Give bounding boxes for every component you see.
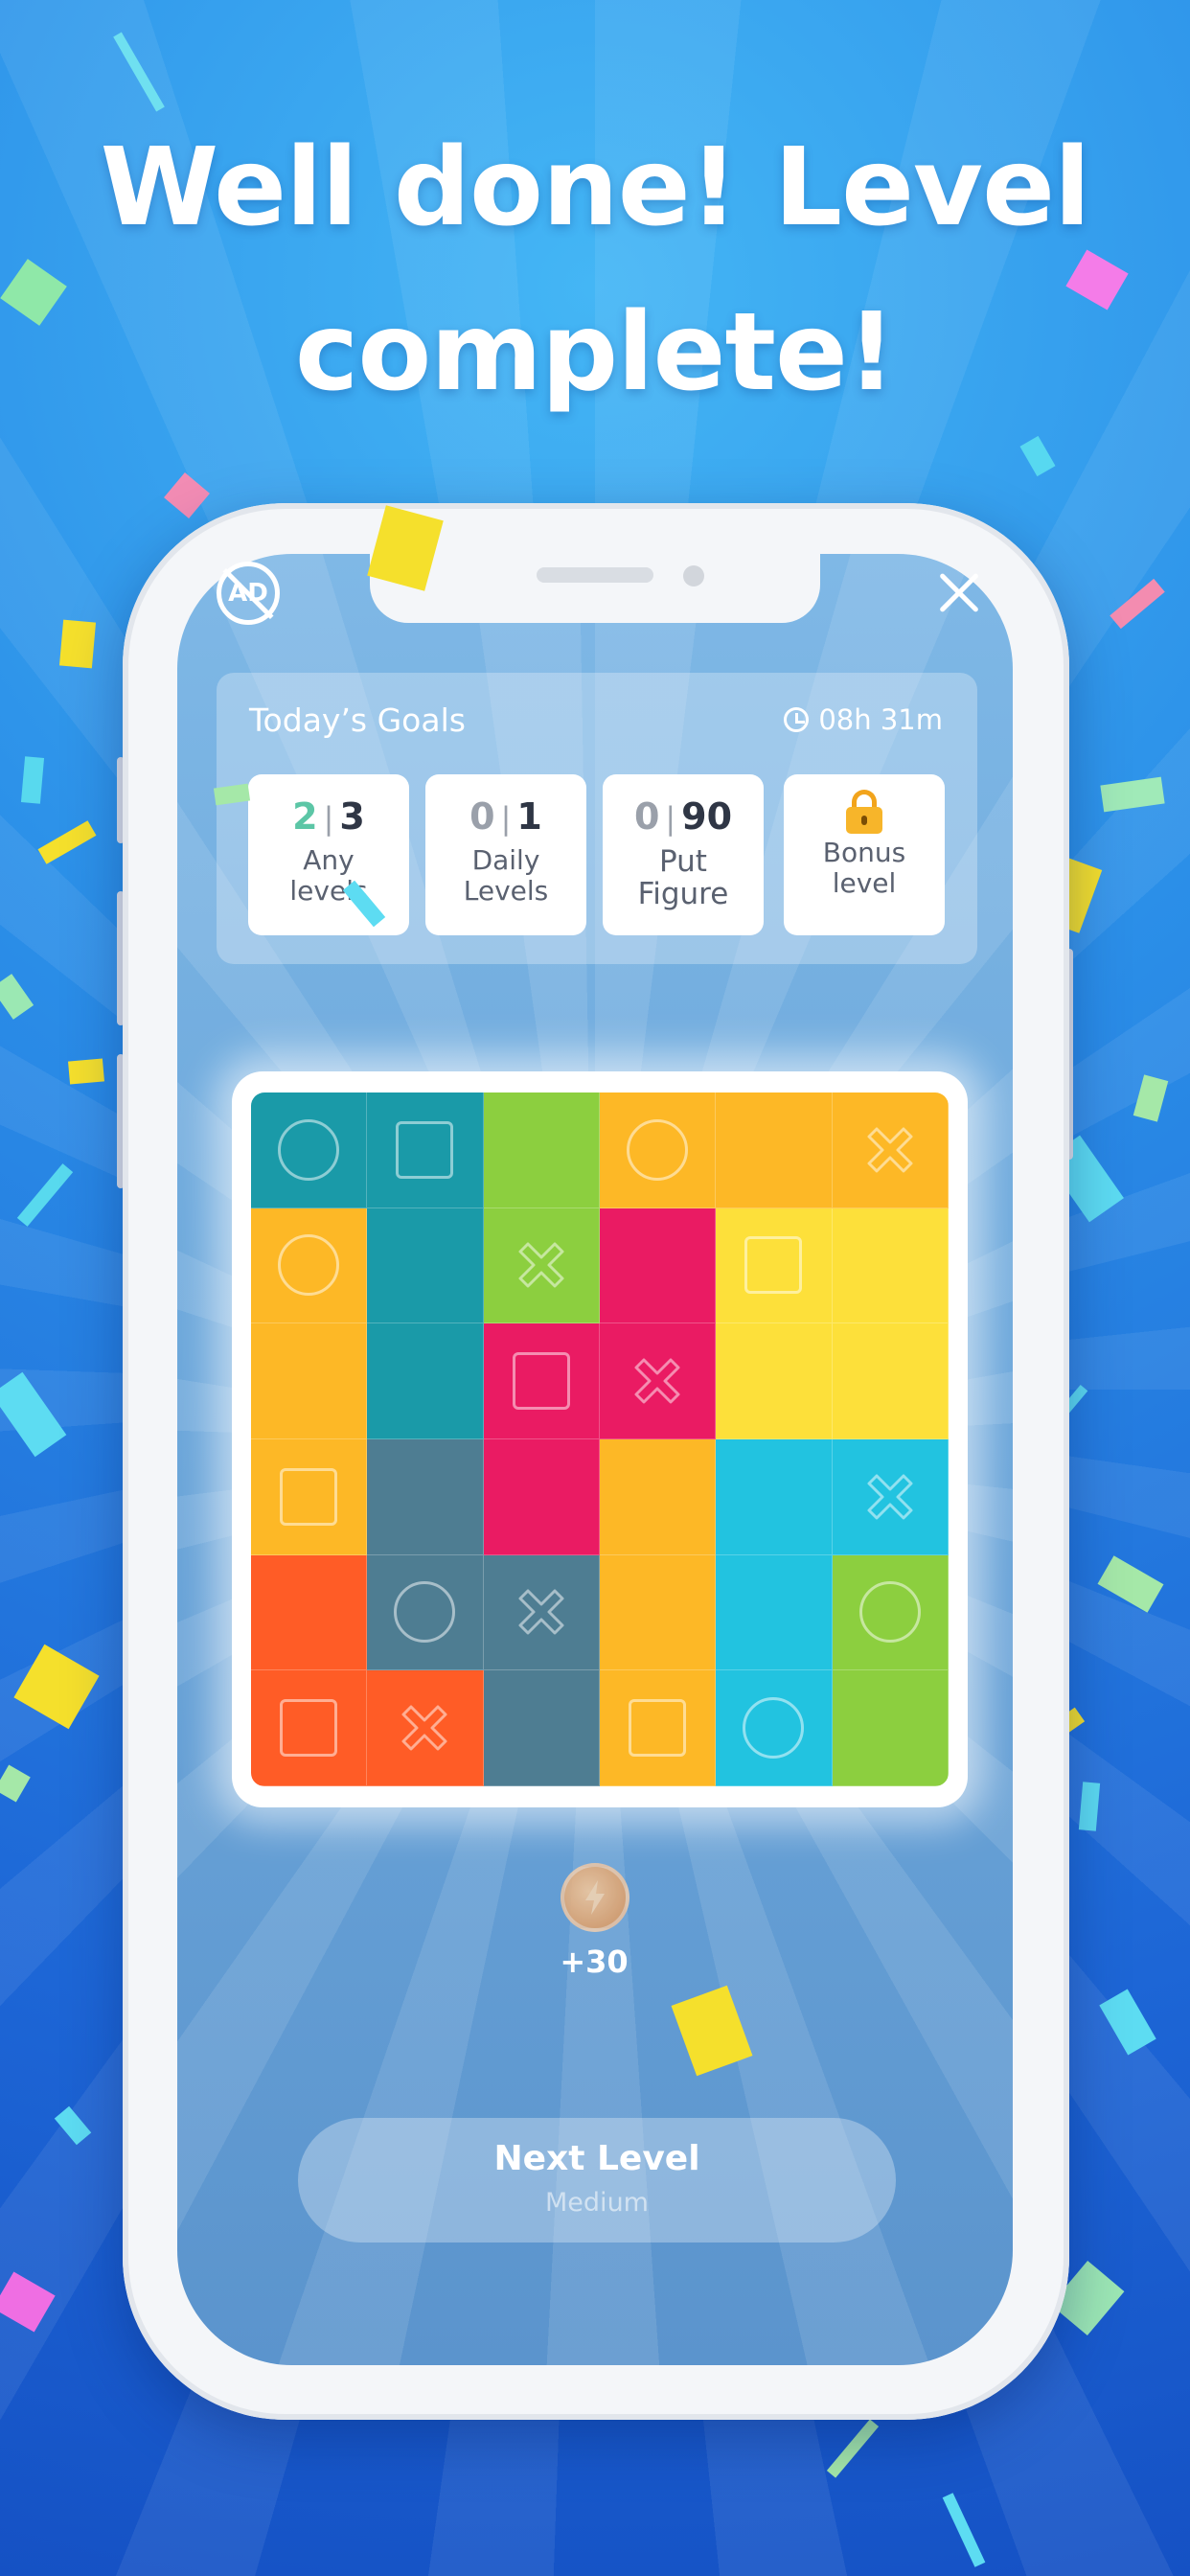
- board-cell[interactable]: [716, 1208, 833, 1324]
- goal-card-any-levels: 2 | 3 Any levels: [248, 774, 409, 935]
- lightning-coin-icon: [561, 1863, 629, 1932]
- board-cell[interactable]: [716, 1670, 833, 1786]
- phone-notch: [370, 554, 820, 623]
- close-button[interactable]: [935, 569, 983, 617]
- remove-ads-button[interactable]: AD: [217, 562, 280, 625]
- circle-icon: [858, 1581, 921, 1644]
- cross-icon: [518, 1242, 564, 1288]
- board-cell[interactable]: [251, 1323, 368, 1439]
- circle-icon: [278, 1118, 340, 1181]
- board-cell[interactable]: [251, 1208, 368, 1324]
- clock-icon: [784, 707, 810, 732]
- board-cell[interactable]: [483, 1208, 600, 1324]
- goal-card-bonus-level[interactable]: Bonus level: [784, 774, 945, 935]
- board-cell[interactable]: [251, 1670, 368, 1786]
- square-icon: [280, 1699, 338, 1758]
- board-cell[interactable]: [832, 1554, 949, 1671]
- cross-icon: [634, 1358, 680, 1404]
- square-icon: [629, 1699, 687, 1758]
- goal-label: Daily Levels: [463, 844, 549, 907]
- goals-timer: 08h 31m: [784, 703, 943, 736]
- board-cell[interactable]: [600, 1670, 717, 1786]
- confetti-piece: [58, 619, 97, 669]
- confetti-piece: [68, 1058, 104, 1085]
- todays-goals-panel: Today’s Goals 08h 31m 2 | 3 Any levels 0 | 1…: [217, 673, 977, 964]
- board-cell[interactable]: [832, 1208, 949, 1324]
- board-cell[interactable]: [716, 1092, 833, 1208]
- board-cell[interactable]: [716, 1323, 833, 1439]
- board-cell[interactable]: [483, 1092, 600, 1208]
- board-cell[interactable]: [251, 1439, 368, 1555]
- square-icon: [280, 1467, 338, 1526]
- goal-card-put-figure: 0 | 90 Put Figure: [603, 774, 764, 935]
- goal-progress: 0 | 1: [469, 795, 542, 838]
- remove-ads-icon: AD: [228, 579, 268, 608]
- board-cell[interactable]: [600, 1208, 717, 1324]
- timer-value: 08h 31m: [818, 703, 943, 736]
- goal-progress: 0 | 90: [633, 795, 733, 838]
- lock-icon: [846, 790, 882, 834]
- board-cell[interactable]: [832, 1670, 949, 1786]
- goal-progress: 2 | 3: [292, 795, 365, 838]
- square-icon: [512, 1352, 570, 1411]
- circle-icon: [394, 1581, 456, 1644]
- square-icon: [744, 1236, 803, 1295]
- board-cell[interactable]: [832, 1439, 949, 1555]
- board-cell[interactable]: [367, 1323, 484, 1439]
- board-cell[interactable]: [600, 1439, 717, 1555]
- square-icon: [396, 1120, 454, 1179]
- board-cell[interactable]: [600, 1554, 717, 1671]
- goal-card-daily-levels: 0 | 1 Daily Levels: [425, 774, 586, 935]
- board-cell[interactable]: [716, 1554, 833, 1671]
- circle-icon: [627, 1118, 689, 1181]
- cross-icon: [867, 1127, 913, 1173]
- phone-speaker: [537, 567, 653, 583]
- board-cell[interactable]: [716, 1439, 833, 1555]
- phone-camera: [683, 565, 704, 586]
- confetti-piece: [20, 756, 45, 804]
- cross-icon: [867, 1474, 913, 1520]
- board-cell[interactable]: [367, 1092, 484, 1208]
- board-cell[interactable]: [832, 1323, 949, 1439]
- board-cell[interactable]: [483, 1554, 600, 1671]
- board-cell[interactable]: [251, 1092, 368, 1208]
- next-level-button[interactable]: Next Level Medium: [298, 2118, 896, 2242]
- board-cell[interactable]: [832, 1092, 949, 1208]
- goal-label: Any levels: [289, 844, 368, 907]
- goals-title: Today’s Goals: [249, 702, 466, 739]
- board-cell[interactable]: [600, 1323, 717, 1439]
- board-cell[interactable]: [367, 1670, 484, 1786]
- game-board: [232, 1071, 968, 1807]
- headline: Well done! Level complete!: [100, 126, 1091, 415]
- goal-label: Put Figure: [637, 844, 729, 911]
- board-cell[interactable]: [483, 1323, 600, 1439]
- board-cell[interactable]: [600, 1092, 717, 1208]
- board-cell[interactable]: [483, 1439, 600, 1555]
- board-cell[interactable]: [367, 1439, 484, 1555]
- board-cell[interactable]: [367, 1554, 484, 1671]
- board-grid[interactable]: [251, 1092, 949, 1786]
- next-level-label: Next Level: [493, 2139, 700, 2178]
- next-level-difficulty: Medium: [545, 2188, 649, 2218]
- board-cell[interactable]: [251, 1554, 368, 1671]
- reward-amount: +30: [560, 1944, 629, 1980]
- cross-icon: [518, 1589, 564, 1635]
- board-cell[interactable]: [367, 1208, 484, 1324]
- circle-icon: [278, 1234, 340, 1297]
- circle-icon: [743, 1697, 805, 1760]
- cross-icon: [401, 1705, 447, 1751]
- board-cell[interactable]: [483, 1670, 600, 1786]
- goal-label: Bonus level: [822, 837, 906, 899]
